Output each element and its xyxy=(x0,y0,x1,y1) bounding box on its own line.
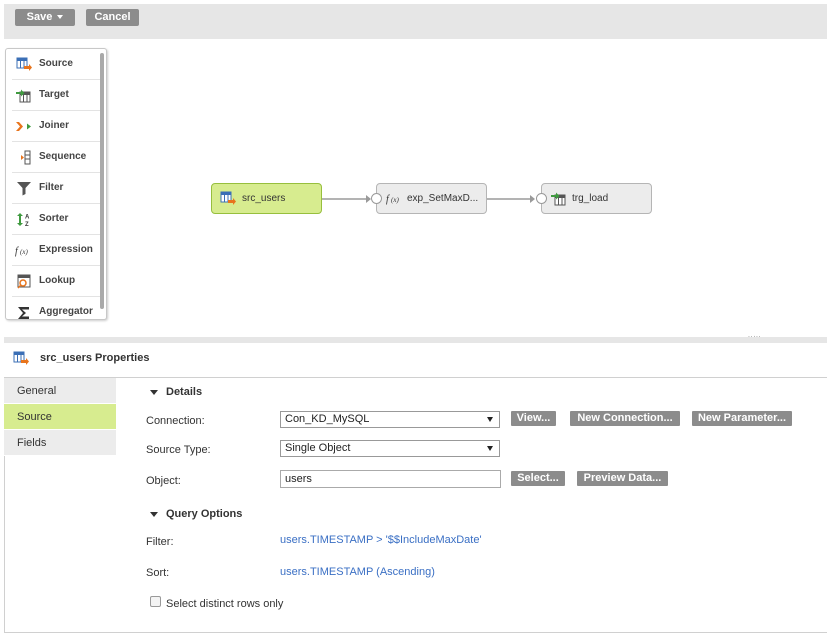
palette-item-filter[interactable]: Filter xyxy=(12,173,100,204)
properties-title: src_users Properties xyxy=(40,352,150,364)
palette-item-target[interactable]: Target xyxy=(12,80,100,111)
object-field[interactable]: users xyxy=(280,470,501,488)
palette-item-label: Expression xyxy=(39,244,93,255)
cancel-button[interactable]: Cancel xyxy=(86,9,139,26)
expression-icon: f (x) xyxy=(15,242,33,258)
source-type-select[interactable]: Single Object xyxy=(280,440,500,457)
distinct-rows-checkbox[interactable] xyxy=(150,596,161,607)
target-icon xyxy=(551,191,567,206)
collapse-triangle-icon xyxy=(150,389,158,395)
details-heading: Details xyxy=(166,386,203,398)
palette-item-label: Sequence xyxy=(39,151,87,162)
tab-source[interactable]: Source xyxy=(4,404,116,430)
svg-text:(x): (x) xyxy=(20,248,28,256)
preview-data-button[interactable]: Preview Data... xyxy=(577,471,668,486)
node-src-users[interactable]: src_users xyxy=(211,183,322,214)
node-label: exp_SetMaxD... xyxy=(407,193,479,204)
source-type-label: Source Type: xyxy=(146,444,211,456)
palette-item-joiner[interactable]: Joiner xyxy=(12,111,100,142)
svg-text:Z: Z xyxy=(25,222,29,227)
dropdown-arrow-icon xyxy=(487,446,493,451)
properties-header: src_users Properties xyxy=(13,351,150,366)
connection-value: Con_KD_MySQL xyxy=(285,413,370,425)
palette-item-sorter[interactable]: AZ Sorter xyxy=(12,204,100,235)
toolbar: Save Cancel xyxy=(4,4,827,39)
properties-tabs: General Source Fields xyxy=(4,378,116,456)
palette-item-label: Source xyxy=(39,58,73,69)
node-label: trg_load xyxy=(572,193,609,204)
svg-text:A: A xyxy=(25,214,30,220)
input-port[interactable] xyxy=(536,193,547,204)
query-options-heading: Query Options xyxy=(166,508,243,520)
connection-select[interactable]: Con_KD_MySQL xyxy=(280,411,500,428)
palette-item-lookup[interactable]: Lookup xyxy=(12,266,100,297)
joiner-icon xyxy=(15,118,33,134)
target-icon xyxy=(15,87,33,103)
filter-icon xyxy=(15,180,33,196)
tab-general[interactable]: General xyxy=(4,378,116,404)
palette-item-label: Aggregator xyxy=(39,306,93,317)
transformation-palette: Source Target Joiner Sequence Filter AZ … xyxy=(5,48,107,320)
svg-text:(x): (x) xyxy=(391,196,399,204)
input-port[interactable] xyxy=(371,193,382,204)
node-exp-setmaxdate[interactable]: f (x) exp_SetMaxD... xyxy=(371,183,487,214)
new-parameter-button[interactable]: New Parameter... xyxy=(692,411,792,426)
palette-item-expression[interactable]: f (x) Expression xyxy=(12,235,100,266)
dropdown-arrow-icon xyxy=(487,417,493,422)
node-trg-load[interactable]: trg_load xyxy=(536,183,652,214)
source-icon xyxy=(13,351,29,366)
source-icon xyxy=(220,191,236,206)
palette-item-label: Sorter xyxy=(39,213,69,224)
source-type-value: Single Object xyxy=(285,442,351,454)
aggregator-icon xyxy=(15,304,33,319)
palette-scrollbar[interactable] xyxy=(100,53,104,309)
node-label: src_users xyxy=(242,193,286,204)
sequence-icon xyxy=(15,149,33,165)
svg-text:f: f xyxy=(15,246,19,257)
new-connection-button[interactable]: New Connection... xyxy=(570,411,680,426)
palette-item-aggregator[interactable]: Aggregator xyxy=(12,297,100,319)
connection-label: Connection: xyxy=(146,415,205,427)
select-object-button[interactable]: Select... xyxy=(511,471,565,486)
save-button-label: Save xyxy=(26,11,53,23)
view-button[interactable]: View... xyxy=(511,411,556,426)
panel-splitter[interactable] xyxy=(4,337,827,343)
palette-item-label: Filter xyxy=(39,182,64,193)
lookup-icon xyxy=(15,273,33,289)
details-section-toggle[interactable]: Details xyxy=(150,386,202,398)
query-options-section-toggle[interactable]: Query Options xyxy=(150,508,242,520)
tab-fields[interactable]: Fields xyxy=(4,430,116,456)
sort-link[interactable]: users.TIMESTAMP (Ascending) xyxy=(280,566,435,578)
chevron-down-icon xyxy=(57,15,64,20)
save-button[interactable]: Save xyxy=(15,9,75,26)
sorter-icon: AZ xyxy=(15,211,33,227)
palette-item-sequence[interactable]: Sequence xyxy=(12,142,100,173)
sort-label: Sort: xyxy=(146,567,170,579)
source-icon xyxy=(15,56,33,72)
splitter-grip-icon[interactable]: ˙˙˙˙˙ xyxy=(748,336,761,344)
filter-link[interactable]: users.TIMESTAMP > '$$IncludeMaxDate' xyxy=(280,534,482,546)
palette-item-label: Target xyxy=(39,89,69,100)
svg-text:f: f xyxy=(386,194,390,205)
distinct-rows-label: Select distinct rows only xyxy=(166,598,284,610)
filter-label: Filter: xyxy=(146,536,174,548)
expression-icon: f (x) xyxy=(386,191,402,206)
palette-item-label: Lookup xyxy=(39,275,76,286)
object-label: Object: xyxy=(146,475,181,487)
palette-item-label: Joiner xyxy=(39,120,70,131)
palette-item-source[interactable]: Source xyxy=(12,49,100,80)
collapse-triangle-icon xyxy=(150,511,158,517)
